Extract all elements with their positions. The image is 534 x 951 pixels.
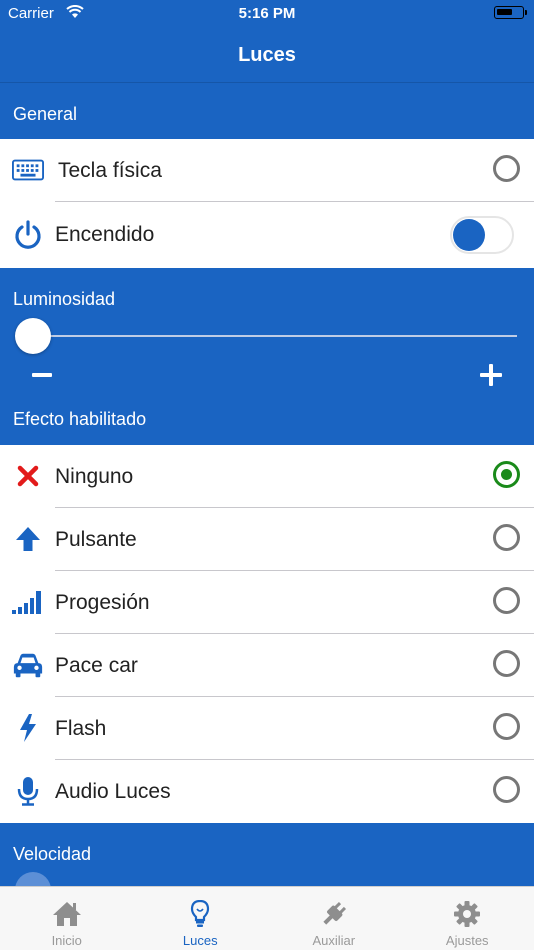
row-power[interactable]: Encendido — [0, 202, 534, 268]
x-mark-icon — [12, 460, 44, 492]
tab-settings[interactable]: Ajustes — [401, 887, 534, 951]
tab-lights[interactable]: Luces — [134, 887, 268, 951]
tab-label: Inicio — [0, 933, 134, 948]
brightness-increase-button[interactable] — [480, 364, 502, 386]
section-title-general: General — [13, 104, 77, 124]
effect-row-audio[interactable]: Audio Luces — [0, 760, 534, 823]
tab-label: Auxiliar — [267, 933, 401, 948]
effect-row-pulsing[interactable]: Pulsante — [0, 508, 534, 571]
lightning-icon — [12, 712, 44, 744]
effect-label: Pace car — [55, 634, 138, 697]
tab-label: Ajustes — [401, 933, 534, 948]
radio-effect-flash[interactable] — [493, 713, 520, 740]
effect-label: Pulsante — [55, 508, 137, 571]
section-header-general: General — [0, 83, 534, 139]
tab-auxiliary[interactable]: Auxiliar — [267, 887, 401, 951]
plug-icon — [319, 900, 349, 928]
radio-effect-progression[interactable] — [493, 587, 520, 614]
radio-physical-key[interactable] — [493, 155, 520, 182]
row-label: Tecla física — [58, 139, 162, 202]
brightness-slider-thumb[interactable] — [15, 318, 51, 354]
effect-row-progression[interactable]: Progesión — [0, 571, 534, 634]
tab-label: Luces — [134, 933, 268, 948]
row-physical-key[interactable]: Tecla física — [0, 139, 534, 202]
effect-label: Ninguno — [55, 445, 133, 508]
car-icon — [12, 649, 44, 681]
tab-bar: Inicio Luces Auxiliar Ajustes — [0, 886, 534, 950]
power-icon — [12, 219, 44, 251]
radio-effect-pace-car[interactable] — [493, 650, 520, 677]
signal-bars-icon — [12, 586, 44, 618]
effect-label: Audio Luces — [55, 760, 171, 823]
page-title: Luces — [238, 44, 296, 66]
effect-label: Flash — [55, 697, 106, 760]
nav-bar: Luces — [0, 28, 534, 83]
keyboard-icon — [12, 154, 44, 186]
speed-slider-thumb[interactable] — [15, 872, 51, 886]
lightbulb-icon — [185, 900, 215, 928]
radio-effect-audio[interactable] — [493, 776, 520, 803]
toggle-knob — [453, 219, 485, 251]
section-title-effect: Efecto habilitado — [13, 409, 146, 430]
effect-row-none[interactable]: Ninguno — [0, 445, 534, 508]
battery-icon — [494, 6, 524, 19]
gear-icon — [452, 900, 482, 928]
tab-home[interactable]: Inicio — [0, 887, 134, 951]
effect-row-flash[interactable]: Flash — [0, 697, 534, 760]
arrow-up-icon — [12, 523, 44, 555]
section-title-brightness: Luminosidad — [13, 289, 115, 310]
section-header-brightness: Luminosidad Efecto habilitado — [0, 268, 534, 445]
status-bar: Carrier 5:16 PM — [0, 0, 534, 28]
brightness-decrease-button[interactable] — [32, 362, 52, 388]
home-icon — [52, 900, 82, 928]
microphone-icon — [12, 775, 44, 807]
radio-effect-pulsing[interactable] — [493, 524, 520, 551]
radio-effect-none[interactable] — [493, 461, 520, 488]
effect-label: Progesión — [55, 571, 150, 634]
section-header-speed: Velocidad — [0, 823, 534, 886]
section-title-speed: Velocidad — [13, 844, 91, 865]
power-toggle[interactable] — [450, 216, 514, 254]
status-time: 5:16 PM — [0, 5, 534, 22]
row-label: Encendido — [55, 202, 154, 268]
effect-row-pace-car[interactable]: Pace car — [0, 634, 534, 697]
brightness-slider-track[interactable] — [33, 335, 517, 337]
